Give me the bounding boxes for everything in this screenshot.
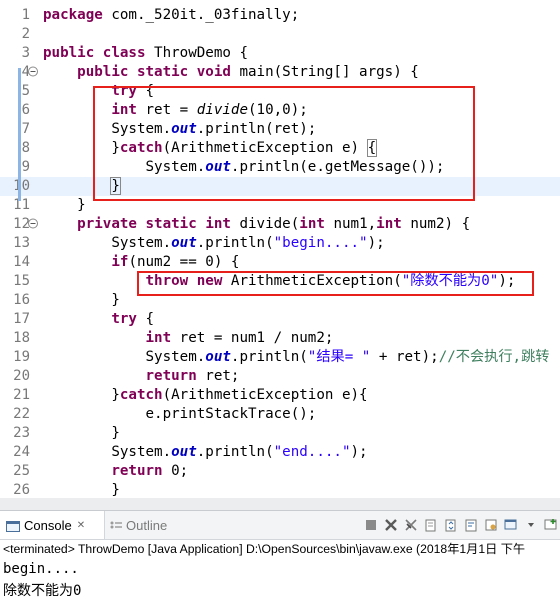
scroll-lock-icon[interactable] bbox=[442, 516, 460, 534]
code-text: }catch(ArithmeticException e){ bbox=[43, 387, 368, 403]
code-text: return ret; bbox=[145, 368, 240, 384]
code-text: public static void main(String[] args) { bbox=[77, 64, 419, 80]
code-text: return 0; bbox=[111, 463, 189, 479]
close-icon[interactable]: ✕ bbox=[77, 520, 85, 531]
code-editor[interactable]: 1 package com._520it._03finally; 2 3 public … bbox=[0, 0, 560, 498]
line-number: 17 bbox=[13, 311, 30, 327]
code-line[interactable]: 12 private static int divide(int num1,in… bbox=[0, 215, 560, 234]
new-console-icon[interactable] bbox=[542, 516, 560, 534]
code-text: int ret = num1 / num2; bbox=[145, 330, 334, 346]
code-text: public class ThrowDemo { bbox=[43, 45, 249, 61]
code-line[interactable]: 2 bbox=[0, 25, 560, 44]
code-line[interactable]: 1 package com._520it._03finally; bbox=[0, 6, 560, 25]
line-number: 21 bbox=[13, 387, 30, 403]
highlight-box-throw bbox=[137, 271, 534, 296]
code-line[interactable]: 24 System.out.println("end...."); bbox=[0, 443, 560, 462]
code-text: e.printStackTrace(); bbox=[43, 406, 317, 422]
remove-all-terminated-icon[interactable] bbox=[402, 516, 420, 534]
chevron-down-icon[interactable] bbox=[522, 516, 540, 534]
display-console-icon[interactable] bbox=[502, 516, 520, 534]
line-number: 22 bbox=[13, 406, 30, 422]
console-status-line: <terminated> ThrowDemo [Java Application… bbox=[3, 542, 526, 556]
code-text: if(num2 == 0) { bbox=[111, 254, 240, 270]
line-number: 3 bbox=[21, 45, 30, 61]
line-number: 6 bbox=[21, 102, 30, 118]
code-line[interactable]: 21 }catch(ArithmeticException e){ bbox=[0, 386, 560, 405]
line-number: 8 bbox=[21, 140, 30, 156]
code-line[interactable]: 3 public class ThrowDemo { bbox=[0, 44, 560, 63]
fold-marker-icon[interactable] bbox=[14, 214, 38, 233]
console-toolbar bbox=[362, 515, 560, 535]
line-number: 2 bbox=[21, 26, 30, 42]
code-line[interactable]: 22 e.printStackTrace(); bbox=[0, 405, 560, 424]
line-number: 19 bbox=[13, 349, 30, 365]
clear-console-icon[interactable] bbox=[422, 516, 440, 534]
line-number: 10 bbox=[13, 178, 30, 194]
code-line[interactable]: 26 } bbox=[0, 481, 560, 498]
code-text: System.out.println("结果= " + ret);//不会执行,… bbox=[43, 349, 550, 365]
view-splitter[interactable] bbox=[0, 498, 560, 511]
line-number: 16 bbox=[13, 292, 30, 308]
line-number: 9 bbox=[21, 159, 30, 175]
line-number: 24 bbox=[13, 444, 30, 460]
code-text: System.out.println("end...."); bbox=[43, 444, 368, 460]
highlight-box-try-catch bbox=[93, 86, 475, 201]
terminate-icon[interactable] bbox=[362, 516, 380, 534]
code-text: private static int divide(int num1,int n… bbox=[77, 216, 471, 232]
code-text: } bbox=[43, 197, 86, 213]
console-icon bbox=[6, 520, 20, 532]
console-output-line: 除数不能为0 bbox=[3, 583, 82, 599]
console-output-line: begin.... bbox=[3, 561, 79, 577]
line-number: 15 bbox=[13, 273, 30, 289]
code-text: try { bbox=[111, 311, 155, 327]
line-number: 23 bbox=[13, 425, 30, 441]
tab-console[interactable]: Console ✕ bbox=[0, 511, 105, 539]
remove-launch-icon[interactable] bbox=[382, 516, 400, 534]
code-line[interactable]: 17 try { bbox=[0, 310, 560, 329]
code-text: System.out.println("begin...."); bbox=[43, 235, 385, 251]
tab-outline[interactable]: Outline bbox=[104, 511, 168, 539]
code-text: package com._520it._03finally; bbox=[43, 7, 300, 23]
code-text: } bbox=[43, 425, 120, 441]
line-number: 20 bbox=[13, 368, 30, 384]
code-text: } bbox=[43, 292, 120, 308]
word-wrap-icon[interactable] bbox=[462, 516, 480, 534]
code-text: } bbox=[43, 482, 120, 498]
line-number: 18 bbox=[13, 330, 30, 346]
line-number: 5 bbox=[21, 83, 30, 99]
tab-console-label: Console bbox=[24, 517, 72, 533]
line-number: 26 bbox=[13, 482, 30, 498]
code-line[interactable]: 23 } bbox=[0, 424, 560, 443]
code-line[interactable]: 18 int ret = num1 / num2; bbox=[0, 329, 560, 348]
line-number: 11 bbox=[13, 197, 30, 213]
code-line[interactable]: 19 System.out.println("结果= " + ret);//不会… bbox=[0, 348, 560, 367]
line-number: 1 bbox=[21, 7, 30, 23]
outline-icon bbox=[110, 520, 122, 531]
line-number: 14 bbox=[13, 254, 30, 270]
line-number: 7 bbox=[21, 121, 30, 137]
code-line[interactable]: 13 System.out.println("begin...."); bbox=[0, 234, 560, 253]
line-number: 25 bbox=[13, 463, 30, 479]
change-ruler bbox=[18, 68, 21, 201]
code-line[interactable]: 20 return ret; bbox=[0, 367, 560, 386]
line-number: 13 bbox=[13, 235, 30, 251]
code-line[interactable]: 4 public static void main(String[] args)… bbox=[0, 63, 560, 82]
tab-outline-label: Outline bbox=[126, 517, 168, 533]
code-line[interactable]: 14 if(num2 == 0) { bbox=[0, 253, 560, 272]
code-line[interactable]: 25 return 0; bbox=[0, 462, 560, 481]
pin-console-icon[interactable] bbox=[482, 516, 500, 534]
